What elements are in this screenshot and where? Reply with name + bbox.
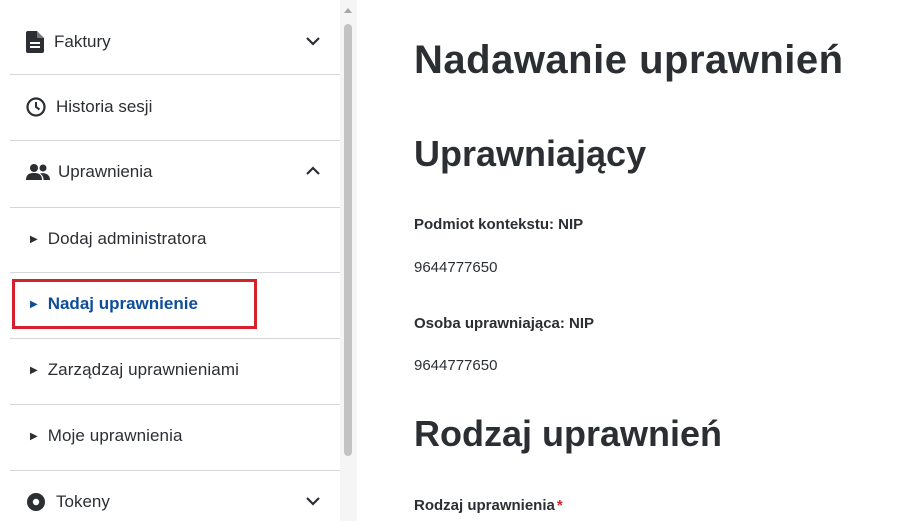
scrollbar-thumb[interactable] — [344, 24, 352, 456]
context-subject-value: 9644777650 — [414, 259, 498, 276]
divider — [10, 140, 340, 141]
sidebar-item-tokeny[interactable]: Tokeny — [10, 481, 340, 523]
sidebar-item-faktury[interactable]: Faktury — [10, 20, 340, 64]
granting-person-value: 9644777650 — [414, 357, 498, 374]
sidebar-item-label: Uprawnienia — [58, 162, 153, 181]
divider — [10, 404, 340, 405]
sidebar-item-zarzadzaj-uprawnieniami[interactable]: ▶ Zarządzaj uprawnieniami — [10, 349, 340, 391]
users-icon — [26, 163, 50, 181]
document-icon — [26, 31, 44, 53]
divider — [10, 470, 340, 471]
divider — [10, 338, 340, 339]
divider — [10, 272, 340, 273]
token-icon — [26, 492, 46, 512]
divider — [10, 74, 340, 75]
granting-person-label: Osoba uprawniająca: NIP — [414, 315, 595, 332]
sidebar-item-label: Faktury — [54, 32, 111, 51]
chevron-up-icon[interactable] — [306, 163, 320, 181]
section-heading-rodzaj-uprawnien: Rodzaj uprawnień — [414, 413, 723, 454]
bullet-triangle-icon: ▶ — [30, 430, 38, 442]
chevron-down-icon[interactable] — [306, 33, 320, 51]
permission-type-label-text: Rodzaj uprawnienia — [414, 497, 555, 514]
sidebar-item-label: Zarządzaj uprawnieniami — [47, 360, 239, 379]
required-marker: * — [556, 497, 563, 514]
bullet-triangle-icon: ▶ — [30, 233, 38, 245]
bullet-triangle-icon: ▶ — [30, 298, 38, 310]
page-title: Nadawanie uprawnień — [414, 38, 844, 82]
context-subject-label: Podmiot kontekstu: NIP — [414, 216, 584, 233]
scroll-up-arrow-icon[interactable] — [344, 8, 352, 13]
sidebar-item-dodaj-administratora[interactable]: ▶ Dodaj administratora — [10, 218, 340, 260]
divider — [10, 207, 340, 208]
chevron-down-icon[interactable] — [306, 493, 320, 511]
section-heading-uprawniajacy: Uprawniający — [414, 133, 647, 174]
clock-icon — [26, 97, 46, 117]
sidebar-item-moje-uprawnienia[interactable]: ▶ Moje uprawnienia — [10, 415, 340, 457]
sidebar-item-label: Tokeny — [56, 492, 110, 511]
sidebar-item-historia-sesji[interactable]: Historia sesji — [10, 85, 340, 129]
sidebar-item-nadaj-uprawnienie[interactable]: ▶ Nadaj uprawnienie — [10, 283, 340, 325]
sidebar-item-label: Dodaj administratora — [47, 229, 207, 248]
sidebar: Faktury Historia sesji Uprawnienia ▶ Dod… — [0, 0, 340, 521]
sidebar-item-label: Nadaj uprawnienie — [47, 294, 198, 313]
sidebar-item-label: Historia sesji — [56, 97, 153, 116]
sidebar-scrollbar[interactable] — [340, 0, 357, 521]
bullet-triangle-icon: ▶ — [30, 364, 38, 376]
sidebar-item-label: Moje uprawnienia — [47, 426, 183, 445]
sidebar-item-uprawnienia[interactable]: Uprawnienia — [10, 150, 340, 194]
permission-type-label: Rodzaj uprawnienia * — [414, 497, 563, 514]
